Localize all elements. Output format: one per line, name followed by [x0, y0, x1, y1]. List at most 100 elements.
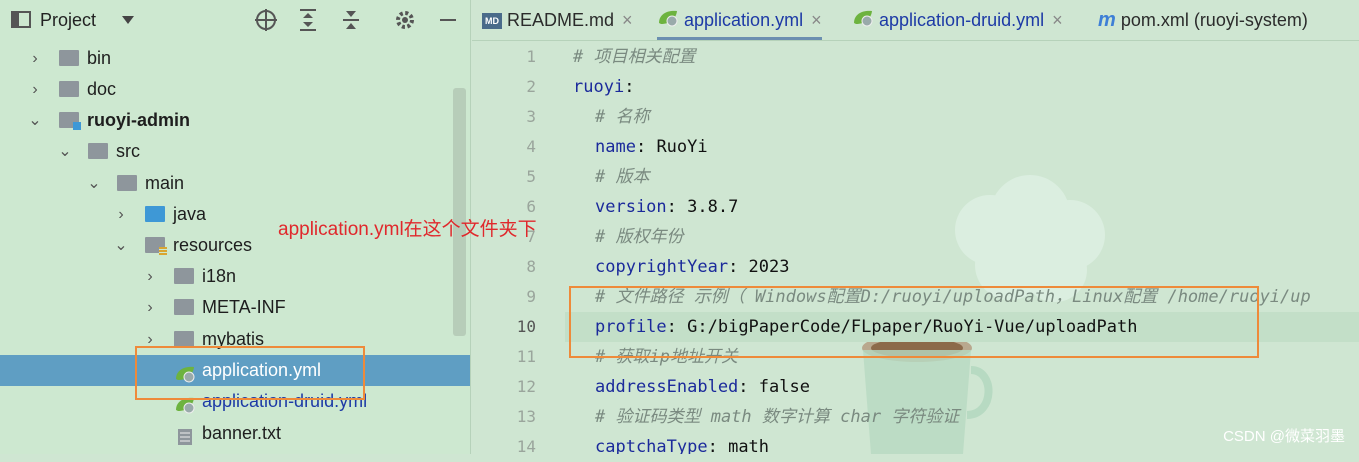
code-line-comment: # 名称	[595, 107, 650, 127]
chevron-right-icon[interactable]: ›	[143, 292, 157, 323]
tree-item-main[interactable]: ⌄ main	[0, 168, 470, 199]
line-number: 13	[516, 407, 536, 426]
line-number: 11	[516, 347, 536, 366]
tree-item-banner-txt[interactable]: banner.txt	[0, 418, 470, 449]
highlight-box-tree-item	[135, 346, 365, 400]
expand-all-icon[interactable]	[297, 0, 319, 40]
chevron-down-icon[interactable]: ⌄	[58, 136, 72, 167]
tab-label: application.yml	[684, 10, 804, 30]
close-icon[interactable]: ×	[1052, 10, 1063, 30]
line-number: 6	[526, 197, 536, 216]
code-line-comment: # 项目相关配置	[573, 47, 696, 67]
folder-icon	[59, 50, 79, 66]
code-line: addressEnabled: false	[595, 372, 810, 402]
spring-yaml-icon	[657, 11, 679, 31]
line-number-gutter: 1 2 3 4 5 6 7 8 9 10 11 12 13 14	[472, 42, 562, 456]
yaml-value: 3.8.7	[687, 197, 739, 217]
code-line-comment: # 验证码类型 math 数字计算 char 字符验证	[595, 407, 960, 427]
tab-application-druid-yml[interactable]: application-druid.yml ×	[852, 0, 1063, 40]
target-icon[interactable]	[254, 0, 278, 40]
tab-label: README.md	[507, 10, 615, 30]
tree-item-bin[interactable]: › bin	[0, 43, 470, 74]
folder-icon	[59, 81, 79, 97]
project-view-title[interactable]: Project	[40, 0, 96, 40]
tab-readme[interactable]: MD README.md ×	[482, 0, 633, 40]
tree-item-label: ruoyi-admin	[87, 110, 191, 130]
watermark: CSDN @微菜羽墨	[1223, 428, 1345, 445]
chevron-right-icon[interactable]: ›	[28, 74, 42, 105]
project-scrollbar[interactable]	[453, 88, 466, 336]
line-number: 1	[526, 47, 536, 66]
chevron-right-icon[interactable]: ›	[28, 43, 42, 74]
chevron-down-icon[interactable]: ⌄	[114, 230, 128, 261]
code-line-comment: # 版权年份	[595, 227, 684, 247]
tree-item-ruoyi-admin[interactable]: ⌄ ruoyi-admin	[0, 105, 470, 136]
markdown-icon: MD	[482, 13, 502, 30]
yaml-separator: :	[707, 437, 729, 454]
yaml-separator: :	[635, 137, 657, 157]
folder-icon	[174, 331, 194, 347]
highlight-box-code	[569, 286, 1259, 358]
close-icon[interactable]: ×	[811, 10, 822, 30]
tree-item-label: META-INF	[202, 297, 286, 317]
code-line: captchaType: math	[595, 432, 769, 454]
yaml-key: name	[595, 137, 636, 157]
project-view-icon[interactable]	[10, 0, 32, 40]
minimize-icon[interactable]	[438, 0, 458, 40]
folder-icon	[88, 143, 108, 159]
resources-folder-icon	[145, 237, 167, 256]
code-line: name: RuoYi	[595, 132, 708, 162]
folder-icon	[174, 299, 194, 315]
tree-item-doc[interactable]: › doc	[0, 74, 470, 105]
yaml-key: version	[595, 197, 667, 217]
code-line: ruoyi:	[573, 72, 634, 102]
line-number: 2	[526, 77, 536, 96]
tab-label: application-druid.yml	[879, 10, 1045, 30]
code-line: copyrightYear: 2023	[595, 252, 790, 282]
tab-pom-xml[interactable]: m pom.xml (ruoyi-system)	[1098, 0, 1308, 40]
line-number: 9	[526, 287, 536, 306]
close-icon[interactable]: ×	[622, 10, 633, 30]
tree-item-i18n[interactable]: › i18n	[0, 261, 470, 292]
yaml-key: copyrightYear	[595, 257, 729, 277]
code-line: version: 3.8.7	[595, 192, 738, 222]
yaml-separator: :	[666, 197, 688, 217]
tree-item-meta-inf[interactable]: › META-INF	[0, 292, 470, 323]
tree-item-label: src	[116, 141, 140, 161]
tree-item-label: banner.txt	[202, 423, 282, 443]
yaml-key: ruoyi	[573, 77, 625, 97]
line-number: 5	[526, 167, 536, 186]
chevron-down-icon[interactable]	[120, 0, 136, 40]
yaml-value: math	[728, 437, 770, 454]
text-file-icon	[176, 425, 196, 445]
editor-tabs: MD README.md × application.yml × applicati…	[472, 0, 1359, 41]
line-number-current: 10	[516, 317, 536, 336]
code-line-comment: # 版本	[595, 167, 650, 187]
code-editor[interactable]: # 项目相关配置 ruoyi: # 名称 name: RuoYi # 版本 ve…	[565, 42, 1359, 454]
line-number: 12	[516, 377, 536, 396]
yaml-value: 2023	[748, 257, 790, 277]
line-number: 7	[526, 227, 536, 246]
yaml-value: false	[758, 377, 810, 397]
gear-icon[interactable]	[394, 0, 416, 40]
tree-item-label: i18n	[202, 266, 237, 286]
tab-label: pom.xml (ruoyi-system)	[1120, 10, 1308, 30]
chevron-down-icon[interactable]: ⌄	[87, 168, 101, 199]
tree-item-src[interactable]: ⌄ src	[0, 136, 470, 167]
folder-icon	[174, 268, 194, 284]
source-folder-icon	[145, 206, 165, 222]
chevron-down-icon[interactable]: ⌄	[28, 105, 42, 136]
yaml-separator: :	[728, 257, 749, 277]
line-number: 14	[516, 437, 536, 456]
chevron-right-icon[interactable]: ›	[114, 199, 128, 230]
chevron-right-icon[interactable]: ›	[143, 261, 157, 292]
tree-item-label: doc	[87, 79, 117, 99]
collapse-all-icon[interactable]	[340, 0, 362, 40]
tab-application-yml[interactable]: application.yml ×	[657, 0, 822, 40]
line-number: 8	[526, 257, 536, 276]
tree-item-label: resources	[173, 235, 253, 255]
yaml-separator: :	[738, 377, 759, 397]
line-number: 4	[526, 137, 536, 156]
tree-item-label: java	[173, 204, 207, 224]
spring-yaml-icon	[852, 11, 874, 31]
